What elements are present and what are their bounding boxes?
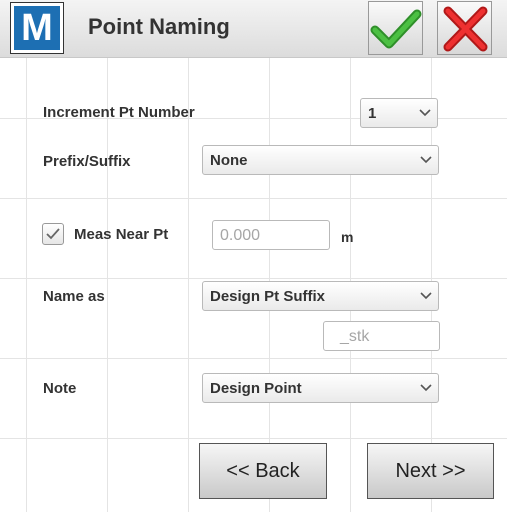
suffix-input[interactable]: _stk <box>323 321 440 351</box>
increment-select[interactable]: 1 <box>360 98 438 128</box>
cancel-button[interactable] <box>437 1 492 55</box>
chevron-down-icon <box>420 156 432 164</box>
chevron-down-icon <box>419 109 431 117</box>
next-button[interactable]: Next >> <box>367 443 494 499</box>
meas-near-value: 0.000 <box>220 227 261 244</box>
accept-button[interactable] <box>368 1 423 55</box>
x-icon <box>443 6 488 52</box>
header-bar: M Point Naming <box>0 0 507 58</box>
meas-near-label: Meas Near Pt <box>74 226 169 243</box>
prefix-suffix-label: Prefix/Suffix <box>43 153 131 170</box>
meas-near-checkbox[interactable] <box>42 223 64 245</box>
chevron-down-icon <box>420 384 432 392</box>
chevron-down-icon <box>420 292 432 300</box>
app-logo[interactable]: M <box>10 2 64 54</box>
meas-near-unit: m <box>341 229 354 245</box>
name-as-label: Name as <box>43 288 105 305</box>
back-button[interactable]: << Back <box>199 443 327 499</box>
prefix-suffix-select[interactable]: None <box>202 145 439 175</box>
logo-letter: M <box>14 6 60 50</box>
note-label: Note <box>43 380 77 397</box>
prefix-suffix-value: None <box>210 152 248 169</box>
suffix-placeholder: _stk <box>340 328 370 345</box>
page-title: Point Naming <box>88 14 230 39</box>
note-value: Design Point <box>210 380 302 397</box>
form-area <box>0 0 507 512</box>
name-as-select[interactable]: Design Pt Suffix <box>202 281 439 311</box>
note-select[interactable]: Design Point <box>202 373 439 403</box>
checkmark-icon <box>370 9 422 49</box>
meas-near-input[interactable]: 0.000 <box>212 220 330 250</box>
increment-value: 1 <box>368 105 377 122</box>
check-icon <box>46 228 60 240</box>
name-as-value: Design Pt Suffix <box>210 288 326 305</box>
increment-label: Increment Pt Number <box>43 104 195 121</box>
